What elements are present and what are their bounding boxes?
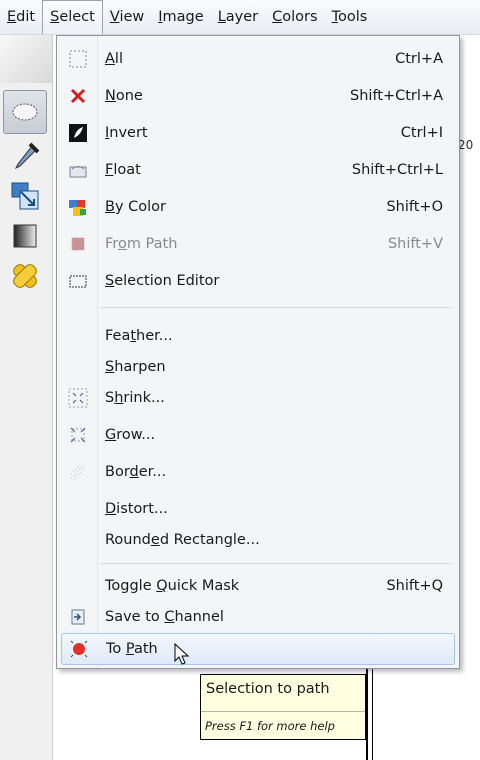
heal-tool[interactable]: [6, 257, 44, 295]
menu-item-selection-editor[interactable]: Selection Editor: [61, 263, 455, 299]
menu-separator: [101, 563, 451, 564]
canvas-edge-line: [366, 669, 368, 760]
menu-item-grow[interactable]: Grow...: [61, 417, 455, 453]
menu-item-label: Invert: [105, 125, 148, 141]
save-to-channel-icon: [67, 606, 89, 628]
tooltip-help: Press F1 for more help: [205, 719, 335, 733]
blend-tool[interactable]: [6, 217, 44, 255]
tooltip-title: Selection to path: [206, 681, 330, 697]
menu-select[interactable]: Select: [42, 0, 103, 34]
menu-item-label: Sharpen: [105, 359, 166, 375]
select-all-icon: [67, 48, 89, 70]
to-path-icon: [68, 638, 90, 660]
menu-item-label: Grow...: [105, 427, 156, 443]
float-icon: [67, 159, 89, 181]
border-icon: [67, 461, 89, 483]
menu-item-label: Selection Editor: [105, 273, 220, 289]
menu-item-rounded-rectangle[interactable]: Rounded Rectangle...: [61, 522, 455, 558]
ellipse-select-tool[interactable]: [3, 90, 47, 134]
bandage-icon: [13, 264, 37, 288]
menu-item-invert[interactable]: Invert Ctrl+I: [61, 115, 455, 151]
mouse-cursor: [174, 643, 190, 665]
shortcut: Shift+Ctrl+L: [351, 162, 443, 178]
menubar: Edit Select View Image Layer Colors Tool…: [0, 0, 480, 35]
menu-view[interactable]: View: [103, 0, 151, 34]
menu-item-label: Feather...: [105, 328, 173, 344]
menu-item-shrink[interactable]: Shrink...: [61, 380, 455, 416]
shortcut: Ctrl+A: [395, 51, 443, 67]
menu-item-label: To Path: [106, 641, 158, 657]
menu-item-to-path[interactable]: To Path: [61, 633, 455, 665]
by-color-icon: [67, 196, 89, 218]
shortcut: Ctrl+I: [400, 125, 443, 141]
menu-item-label: From Path: [105, 236, 178, 252]
select-none-icon: [67, 85, 89, 107]
shortcut: Shift+Q: [386, 578, 443, 594]
tooltip: Selection to path Press F1 for more help: [200, 674, 366, 740]
menu-item-none[interactable]: None Shift+Ctrl+A: [61, 78, 455, 114]
color-picker-tool[interactable]: [6, 138, 44, 176]
menu-item-label: Float: [105, 162, 141, 178]
menu-item-label: Border...: [105, 464, 167, 480]
menu-image[interactable]: Image: [151, 0, 210, 34]
menu-item-label: Distort...: [105, 501, 168, 517]
canvas-edge-line-2: [372, 669, 373, 760]
grow-icon: [67, 424, 89, 446]
toolbox: [0, 35, 53, 760]
menu-item-float[interactable]: Float Shift+Ctrl+L: [61, 152, 455, 188]
menu-item-label: Shrink...: [105, 390, 165, 406]
menu-item-border[interactable]: Border...: [61, 454, 455, 490]
shortcut: Shift+Ctrl+A: [350, 88, 443, 104]
toolbox-header: [0, 35, 52, 83]
invert-icon: [67, 122, 89, 144]
menu-item-all[interactable]: All Ctrl+A: [61, 41, 455, 77]
menu-edit[interactable]: Edit: [0, 0, 42, 34]
select-menu: All Ctrl+A None Shift+Ctrl+A Invert Ctrl…: [56, 35, 460, 669]
from-path-icon: [67, 233, 89, 255]
menu-item-save-to-channel[interactable]: Save to Channel: [61, 599, 455, 635]
menu-item-label: Rounded Rectangle...: [105, 532, 260, 548]
menu-tools[interactable]: Tools: [325, 0, 375, 34]
ellipse-select-icon: [12, 103, 38, 121]
shrink-icon: [67, 387, 89, 409]
eyedropper-icon: [14, 142, 40, 170]
shortcut: Shift+V: [387, 236, 443, 252]
menu-item-label: Save to Channel: [105, 609, 224, 625]
menu-item-label: All: [105, 51, 123, 67]
menu-separator: [101, 307, 451, 308]
align-tool[interactable]: [6, 177, 44, 215]
menu-item-by-color[interactable]: By Color Shift+O: [61, 189, 455, 225]
gradient-icon: [13, 224, 37, 248]
menu-item-label: None: [105, 88, 143, 104]
selection-editor-icon: [67, 270, 89, 292]
menu-item-label: Toggle Quick Mask: [105, 578, 240, 594]
shortcut: Shift+O: [386, 199, 443, 215]
menu-item-label: By Color: [105, 199, 167, 215]
tooltip-divider: [201, 711, 365, 712]
ruler-label: 20: [458, 138, 474, 152]
menu-item-from-path[interactable]: From Path Shift+V: [61, 226, 455, 262]
menu-layer[interactable]: Layer: [211, 0, 265, 34]
align-icon: [11, 182, 39, 210]
menu-colors[interactable]: Colors: [265, 0, 324, 34]
